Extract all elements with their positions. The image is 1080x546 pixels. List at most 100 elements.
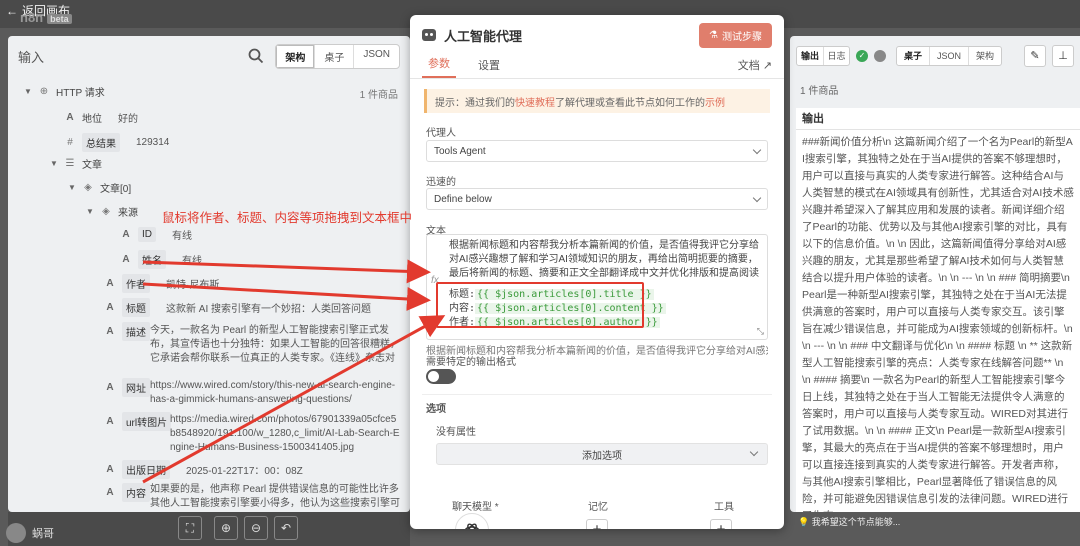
globe-icon: ⊕ (39, 85, 49, 97)
expression-icon: fx (431, 275, 439, 286)
string-type-icon: A (106, 415, 114, 427)
prompt-source-select[interactable]: Define below (426, 188, 768, 210)
hint-banner: 提示：通过我们的 快速教程 了解代理或查看此节点如何工作的 示例 (424, 89, 770, 113)
chevron-down-icon[interactable]: ▼ (24, 87, 32, 96)
docs-link[interactable]: 文档 ↗ (738, 57, 772, 73)
reset-zoom-icon[interactable]: ↶ (274, 516, 298, 540)
tab-table[interactable]: 桌子 (897, 47, 929, 65)
test-step-button[interactable]: ⚗ 测试步骤 (699, 22, 772, 48)
string-type-icon: A (106, 277, 114, 289)
agent-select[interactable]: Tools Agent (426, 140, 768, 162)
output-column-header: 输出 (796, 108, 1080, 130)
tree-field-total[interactable]: # 总结果 129314 (64, 133, 169, 152)
tree-node-article0[interactable]: ▼ ◈ 文章[0] (68, 180, 131, 196)
tree-node-articles[interactable]: ▼ ☰ 文章 (50, 156, 102, 172)
add-memory-button[interactable]: + (586, 519, 608, 529)
output-panel: 输出 日志 ✓ 桌子 JSON 架构 ✎ ⊥ 1 件商品 输出 ###新闻价值分… (790, 36, 1080, 512)
items-count: 1 件商品 (359, 90, 398, 101)
options-label: 选项 (426, 404, 446, 415)
quick-tutorial-link[interactable]: 快速教程 (515, 94, 555, 109)
avatar (6, 523, 26, 543)
output-text: ###新闻价值分析\n 这篇新闻介绍了一个名为Pearl的新型AI搜索引擎，其独… (796, 130, 1080, 512)
arrow-left-icon: ← (6, 3, 18, 18)
search-icon[interactable] (247, 47, 265, 65)
app-logo: n8n beta (20, 10, 72, 25)
tree-field-status[interactable]: A 地位 好的 (64, 110, 138, 126)
text-prompt-input[interactable]: fx 根据新闻标题和内容帮我分析本篇新闻的价值，是否值得我评它分享给对AI感兴趣… (426, 234, 768, 340)
tab-logs[interactable]: 日志 (823, 47, 849, 65)
tree-field-image-url[interactable]: A url转图片 (104, 412, 172, 431)
prompt-text: 根据新闻标题和内容帮我分析本篇新闻的价值，是否值得我评它分享给对AI感兴趣想了解… (449, 240, 759, 279)
image-url-value: https://media.wired.com/photos/67901339a… (170, 414, 400, 453)
robot-icon (422, 29, 436, 41)
chevron-down-icon (749, 447, 759, 457)
list-type-icon: ☰ (65, 157, 75, 169)
info-icon (874, 50, 886, 62)
string-type-icon: A (106, 381, 114, 393)
content-value: 如果要的是，他声称 Pearl 提供错误信息的可能性比许多其他人工智能搜索引擎要… (150, 484, 400, 509)
annotation-text: 鼠标将作者、标题、内容等项拖拽到文本框中 (162, 211, 413, 225)
tree-field-title[interactable]: A 标题 这款新 AI 搜索引擎有一个妙招：人类回答问题 (104, 298, 371, 317)
divider (422, 394, 772, 395)
tab-parameters[interactable]: 参数 (422, 55, 456, 78)
string-type-icon: A (106, 301, 114, 313)
string-type-icon: A (122, 228, 130, 240)
output-format-toggle[interactable] (426, 369, 456, 384)
add-tool-button[interactable]: + (710, 519, 732, 529)
openai-icon (465, 523, 479, 529)
object-type-icon: ◈ (102, 205, 110, 217)
tree-field-url[interactable]: A 网址 (104, 378, 150, 397)
fit-view-icon[interactable]: ⛶ (178, 516, 202, 540)
user-menu[interactable]: 蜗哥 (0, 520, 150, 546)
tree-node-source[interactable]: ▼ ◈ 来源 (86, 204, 138, 220)
tree-field-date[interactable]: A 出版日期 2025-01-22T17：00：08Z (104, 460, 303, 479)
example-link[interactable]: 示例 (705, 94, 725, 109)
feedback-link[interactable]: 💡 我希望这个节点能够... (790, 512, 1080, 534)
lightbulb-icon: 💡 (798, 517, 810, 527)
prompt-source-label: 迅速的 (426, 177, 456, 188)
tab-schema[interactable]: 架构 (968, 47, 1001, 65)
tab-schema[interactable]: 架构 (276, 44, 315, 68)
success-check-icon: ✓ (856, 50, 868, 62)
memory-label: 记忆 (588, 502, 608, 513)
string-type-icon: A (122, 253, 130, 265)
chevron-down-icon[interactable]: ▼ (68, 183, 76, 192)
expr-title-line: 标题:{{ $json.articles[0].title }} (449, 289, 654, 300)
tree-field-name[interactable]: A 姓名 有线 (120, 250, 202, 269)
string-type-icon: A (106, 486, 114, 498)
chat-model-node[interactable] (455, 513, 489, 529)
tree-field-id[interactable]: A ID 有线 (120, 227, 192, 242)
resize-handle-icon[interactable]: ⤡ (757, 326, 764, 337)
tab-json[interactable]: JSON (353, 44, 399, 68)
tree-field-description[interactable]: A 描述 (104, 322, 150, 341)
string-type-icon: A (106, 325, 114, 337)
tree-field-content[interactable]: A 内容 (104, 483, 150, 502)
description-value: 今天，一款名为 Pearl 的新型人工智能搜索引擎正式发布，其宣传语也十分独特：… (150, 325, 400, 364)
add-option-select[interactable]: 添加选项 (436, 443, 768, 465)
expr-content-line: 内容:{{ $json.articles[0].content }} (449, 303, 666, 314)
output-items-count: 1 件商品 (800, 86, 839, 97)
tab-output[interactable]: 输出 (797, 47, 823, 65)
edit-pencil-icon[interactable]: ✎ (1024, 45, 1046, 67)
tab-settings[interactable]: 设置 (472, 57, 506, 78)
tree-node-http[interactable]: ▼ ⊕ HTTP 请求 (24, 84, 105, 100)
tab-json[interactable]: JSON (929, 47, 968, 65)
string-type-icon: A (106, 463, 114, 475)
input-panel-title: 输入 (18, 49, 45, 65)
chevron-down-icon (752, 145, 762, 154)
string-type-icon: A (66, 111, 74, 123)
tree-field-author[interactable]: A 作者 凯特·尼布斯 (104, 274, 219, 293)
url-value: https://www.wired.com/story/this-new-ai-… (150, 380, 396, 405)
flask-icon: ⚗ (709, 29, 718, 41)
chevron-down-icon[interactable]: ▼ (86, 207, 94, 216)
tab-table[interactable]: 桌子 (314, 44, 353, 68)
object-type-icon: ◈ (84, 181, 92, 193)
zoom-in-icon[interactable]: ⊕ (214, 516, 238, 540)
input-view-switch: 架构 桌子 JSON (275, 43, 400, 69)
output-view-switch: 桌子 JSON 架构 (896, 46, 1003, 66)
zoom-out-icon[interactable]: ⊖ (244, 516, 268, 540)
chevron-down-icon[interactable]: ▼ (50, 159, 58, 168)
expr-author-line: 作者:{{ $json.articles[0].author }} (449, 317, 660, 328)
output-format-label: 需要特定的输出格式 (426, 357, 516, 368)
pin-icon[interactable]: ⊥ (1052, 45, 1074, 67)
